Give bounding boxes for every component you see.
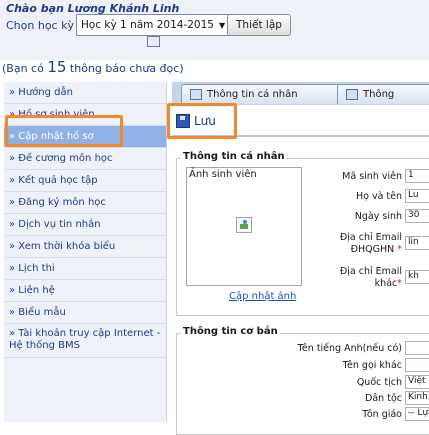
basic-info-legend: Thông tin cơ bản (181, 326, 280, 337)
email-dhqghn-label-text: ĐHQGHN (350, 244, 395, 255)
email-dhqghn-field[interactable]: lin (405, 236, 429, 250)
sidebar-item-contact[interactable]: » Liên hệ (4, 280, 166, 302)
sidebar-item-internet-account[interactable]: » Tài khoản truy cập Internet - Hệ thống… (4, 324, 166, 358)
other-name-label: Tên gọi khác (342, 360, 402, 371)
tab-other-label: Thông (363, 89, 395, 100)
required-marker: * (397, 244, 402, 255)
email-other-label-text: khác (374, 278, 398, 289)
email-other-field[interactable]: kh (405, 270, 429, 284)
notice-suffix: thông báo chưa đọc) (66, 62, 184, 75)
notice-prefix: (Bạn có (2, 62, 48, 75)
notice-count: 15 (47, 58, 67, 76)
sidebar-item-timetable[interactable]: » Xem thời khóa biểu (4, 236, 166, 258)
birth-date-field[interactable]: 30 (405, 209, 429, 223)
sidebar-item-results[interactable]: » Kết quả học tập (4, 170, 166, 192)
religion-select[interactable]: -- Lựa chọn (405, 407, 429, 421)
document-icon (346, 89, 358, 100)
other-name-field[interactable] (405, 358, 429, 372)
id-card-icon (190, 89, 202, 100)
email-other-label-line1: Địa chỉ Email (339, 266, 402, 277)
broken-image-icon (236, 217, 252, 233)
tab-personal-label: Thông tin cá nhân (207, 89, 298, 100)
required-marker: * (397, 278, 402, 289)
email-other-label-line2: khác* (375, 278, 402, 289)
sidebar-item-exam-schedule[interactable]: » Lịch thi (4, 258, 166, 280)
full-name-field[interactable]: Lu (405, 189, 429, 203)
dropdown-arrow-icon: ▼ (218, 20, 226, 30)
full-name-label: Họ và tên (355, 191, 402, 202)
english-name-label: Tên tiếng Anh(nếu có) (297, 343, 402, 354)
sidebar-item-forms[interactable]: » Biểu mẫu (4, 302, 166, 324)
ethnicity-select[interactable]: Kinh (405, 391, 429, 405)
sidebar-item-guide[interactable]: » Hướng dẫn (4, 82, 166, 104)
highlight-box-save (167, 103, 237, 139)
sidebar-item-course-registration[interactable]: » Đăng ký môn học (4, 192, 166, 214)
birth-date-label: Ngày sinh (354, 211, 402, 222)
nationality-select[interactable]: Việt Nam (405, 375, 429, 389)
nationality-label: Quốc tịch (356, 377, 402, 388)
unread-notice[interactable]: (Bạn có 15 thông báo chưa đọc) (2, 58, 184, 76)
student-id-label: Mã sinh viên (342, 171, 402, 182)
tab-other[interactable]: Thông (337, 84, 429, 104)
tab-personal-info[interactable]: Thông tin cá nhân (181, 84, 341, 104)
religion-label: Tôn giáo (362, 409, 402, 420)
email-dhqghn-label-line2: ĐHQGHN * (351, 244, 402, 255)
highlight-box-update-profile (5, 115, 123, 147)
student-id-field[interactable]: 1 (405, 169, 429, 183)
semester-select[interactable]: Học kỳ 1 năm 2014-2015 ▼ (76, 14, 231, 36)
personal-info-legend: Thông tin cá nhân (181, 151, 287, 162)
semester-select-value: Học kỳ 1 năm 2014-2015 (81, 19, 214, 31)
semester-label: Chọn học kỳ (6, 19, 74, 32)
update-photo-link[interactable]: Cập nhật ảnh (229, 291, 296, 302)
sidebar-item-course-outline[interactable]: » Đề cương môn học (4, 148, 166, 170)
setup-button[interactable]: Thiết lập (227, 14, 291, 36)
student-photo-label: Ảnh sinh viên (189, 169, 257, 180)
tab-bar: Thông tin cá nhân Thông (172, 82, 429, 105)
sidebar-item-messaging[interactable]: » Dịch vụ tin nhắn (4, 214, 166, 236)
english-name-field[interactable] (405, 341, 429, 355)
ethnicity-label: Dân tộc (365, 393, 402, 404)
calendar-icon[interactable] (147, 36, 160, 47)
email-dhqghn-label-line1: Địa chỉ Email (339, 232, 402, 243)
